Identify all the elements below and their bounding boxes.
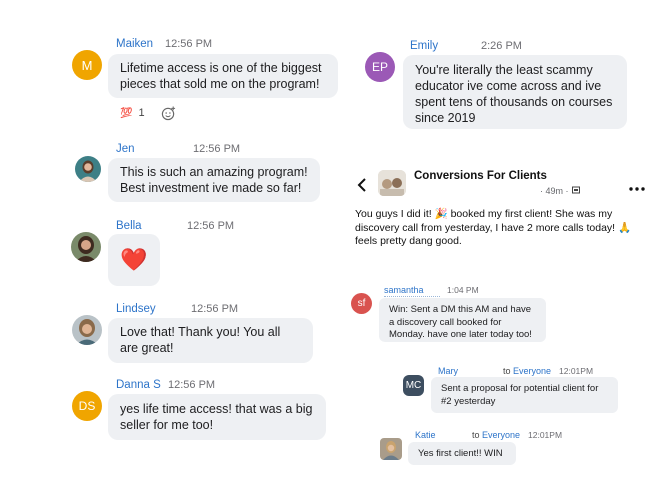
sender-name: samantha bbox=[384, 285, 424, 295]
sender-name: Jen bbox=[116, 143, 135, 155]
recipient-name[interactable]: Everyone bbox=[482, 430, 520, 440]
message-text: Lifetime access is one of the biggest pi… bbox=[120, 61, 322, 91]
message-bubble: Lifetime access is one of the biggest pi… bbox=[108, 54, 338, 98]
post-meta: · 49m · bbox=[540, 186, 580, 196]
sender-name: Danna S bbox=[116, 379, 161, 391]
message-time: 12:01PM bbox=[559, 366, 594, 376]
avatar-jen bbox=[75, 156, 101, 182]
sender-name: Bella bbox=[116, 220, 142, 232]
group-title[interactable]: Conversions For Clients bbox=[414, 170, 547, 182]
message-time: 12:56 PM bbox=[168, 379, 216, 391]
avatar-mary: MC bbox=[403, 375, 424, 396]
message-time: 1:04 PM bbox=[447, 285, 479, 295]
to-label: to bbox=[472, 430, 480, 440]
message-time: 12:56 PM bbox=[191, 303, 239, 315]
avatar-lindsey bbox=[72, 315, 102, 345]
message-bubble: You're literally the least scammy educat… bbox=[403, 55, 627, 129]
message-time: 12:56 PM bbox=[193, 143, 241, 155]
avatar-danna-s: DS bbox=[72, 391, 102, 421]
back-arrow-icon[interactable] bbox=[356, 177, 368, 198]
message-bubble: Sent a proposal for potential client for… bbox=[431, 377, 618, 413]
message-bubble: Love that! Thank you! You all are great! bbox=[108, 318, 313, 363]
group-privacy-icon bbox=[571, 186, 580, 196]
post-time: · 49m · bbox=[540, 186, 569, 196]
add-reaction-icon[interactable] bbox=[161, 106, 176, 126]
avatar-bella bbox=[71, 232, 101, 262]
recipient: to Everyone bbox=[503, 366, 551, 376]
message-time: 12:56 PM bbox=[165, 38, 213, 50]
avatar-katie bbox=[380, 438, 402, 460]
post-body: You guys I did it! 🎉 booked my first cli… bbox=[355, 208, 632, 247]
message-bubble: Win: Sent a DM this AM and have a discov… bbox=[379, 298, 546, 342]
to-label: to bbox=[503, 366, 511, 376]
sender-name: Lindsey bbox=[116, 303, 156, 315]
recipient: to Everyone bbox=[472, 430, 520, 440]
avatar-samantha: sf bbox=[351, 293, 372, 314]
message-bubble: Yes first client!! WIN bbox=[408, 442, 516, 465]
message-bubble: This is such an amazing program! Best in… bbox=[108, 158, 320, 202]
avatar-maiken: M bbox=[72, 50, 102, 80]
name-underline bbox=[384, 296, 440, 297]
reaction-count: 1 bbox=[138, 107, 145, 119]
sender-name: Emily bbox=[410, 40, 439, 52]
hundred-points-emoji: 💯 bbox=[120, 107, 133, 119]
sender-name: Katie bbox=[415, 430, 436, 440]
avatar-emily: EP bbox=[365, 52, 395, 82]
recipient-name[interactable]: Everyone bbox=[513, 366, 551, 376]
message-text: This is such an amazing program! Best in… bbox=[120, 165, 308, 195]
sender-name: Mary bbox=[438, 366, 458, 376]
message-text: yes life time access! that was a big sel… bbox=[120, 402, 313, 432]
group-thumbnail[interactable] bbox=[378, 170, 406, 196]
message-time: 2:26 PM bbox=[481, 40, 522, 52]
sender-name: Maiken bbox=[116, 38, 154, 50]
more-options-icon[interactable] bbox=[629, 179, 645, 197]
message-text: You're literally the least scammy educat… bbox=[415, 63, 613, 125]
message-bubble: yes life time access! that was a big sel… bbox=[108, 394, 326, 440]
message-time: 12:56 PM bbox=[187, 220, 235, 232]
message-text: Love that! Thank you! You all are great! bbox=[120, 325, 281, 355]
heart-emoji: ❤️ bbox=[120, 247, 148, 272]
message-bubble: ❤️ bbox=[108, 234, 160, 286]
reaction-chip[interactable]: 💯 1 bbox=[120, 107, 145, 119]
message-time: 12:01PM bbox=[528, 430, 563, 440]
